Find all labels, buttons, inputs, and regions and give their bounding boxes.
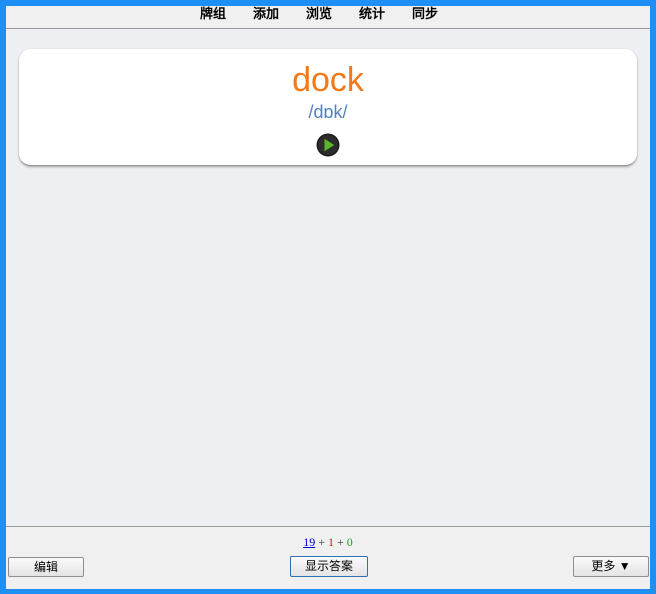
card-word: dock — [292, 61, 364, 99]
review-count: 0 — [346, 535, 353, 549]
reviewer-window: 牌组 添加 浏览 统计 同步 dock /dɒk/ 19 + 1 + 0 编辑 … — [0, 0, 656, 594]
top-toolbar: 牌组 添加 浏览 统计 同步 — [6, 6, 650, 29]
nav-stats[interactable]: 统计 — [359, 6, 385, 24]
learn-count: 1 — [328, 535, 334, 549]
show-answer-button[interactable]: 显示答案 — [290, 556, 368, 577]
card-phonetic: /dɒk/ — [308, 102, 348, 122]
due-counts: 19 + 1 + 0 — [6, 535, 650, 549]
more-button[interactable]: 更多 ▼ — [573, 556, 649, 577]
bottom-bar: 19 + 1 + 0 编辑 显示答案 更多 ▼ — [6, 526, 650, 589]
plus-separator: + — [337, 535, 344, 549]
plus-separator: + — [318, 535, 325, 549]
flashcard: dock /dɒk/ — [19, 49, 637, 166]
new-count[interactable]: 19 — [303, 535, 315, 549]
nav-decks[interactable]: 牌组 — [200, 6, 226, 24]
nav-sync[interactable]: 同步 — [412, 6, 438, 24]
nav-add[interactable]: 添加 — [253, 6, 279, 24]
edit-button[interactable]: 编辑 — [8, 557, 84, 577]
nav-browse[interactable]: 浏览 — [306, 6, 332, 24]
play-circle-icon[interactable] — [316, 133, 340, 157]
